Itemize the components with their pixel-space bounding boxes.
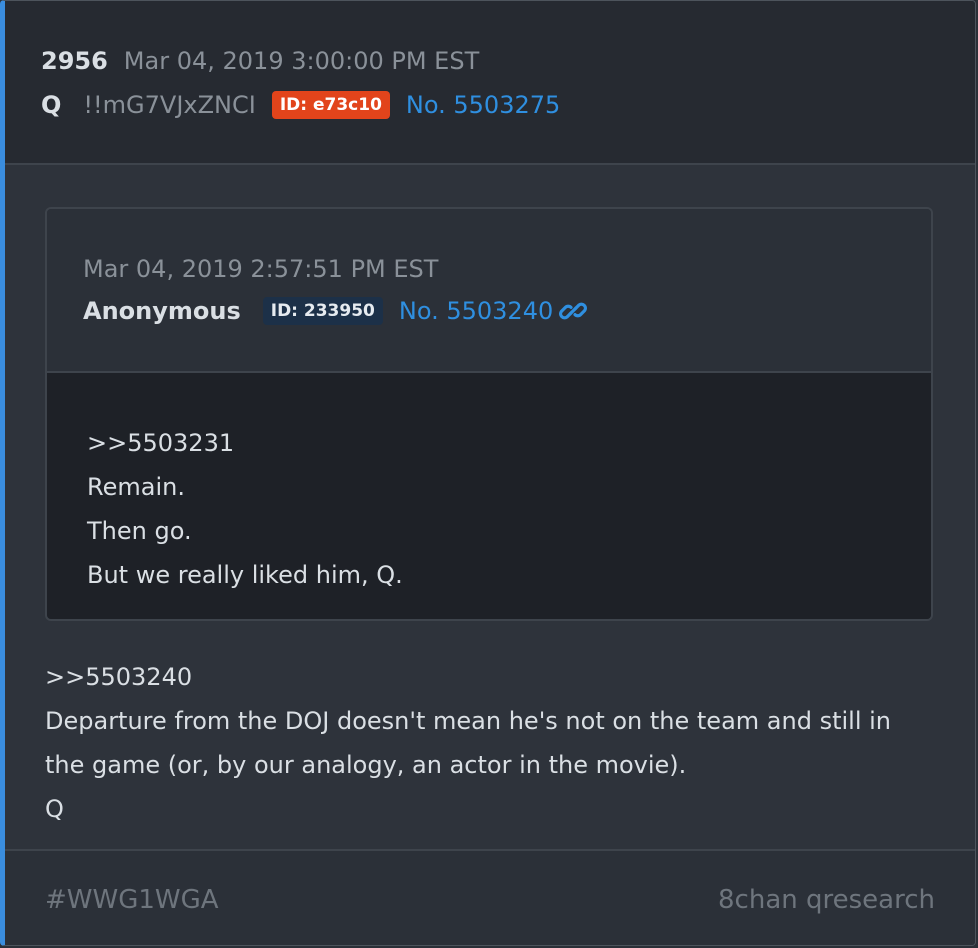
quoted-line: But we really liked him, Q.	[87, 561, 403, 589]
quoted-post-body: >>5503231 Remain. Then go. But we really…	[47, 373, 931, 619]
quoted-author: Anonymous	[83, 297, 241, 325]
post-source: 8chan qresearch	[718, 885, 935, 915]
quoted-line: Then go.	[87, 517, 192, 545]
quoted-line: Remain.	[87, 473, 185, 501]
post-message: >>5503240 Departure from the DOJ doesn't…	[45, 655, 925, 831]
hashtag: #WWG1WGA	[45, 885, 219, 915]
post-card: 2956 Mar 04, 2019 3:00:00 PM EST Q !!mG7…	[0, 0, 976, 946]
post-author-row: Q !!mG7VJxZNCI ID: e73c10 No. 5503275	[41, 91, 560, 119]
link-chain-icon[interactable]	[559, 297, 588, 325]
quoted-post: Mar 04, 2019 2:57:51 PM EST Anonymous ID…	[45, 207, 933, 621]
post-body: Mar 04, 2019 2:57:51 PM EST Anonymous ID…	[5, 165, 975, 851]
quoted-number-link[interactable]: No. 5503240	[399, 297, 553, 325]
quoted-post-header: Mar 04, 2019 2:57:51 PM EST Anonymous ID…	[47, 209, 931, 373]
post-number-link[interactable]: No. 5503275	[406, 91, 560, 119]
post-footer: #WWG1WGA 8chan qresearch	[5, 849, 975, 945]
message-line: >>5503240	[45, 663, 193, 691]
quoted-id-badge: ID: 233950	[262, 297, 383, 325]
post-header: 2956 Mar 04, 2019 3:00:00 PM EST Q !!mG7…	[5, 1, 975, 165]
quoted-author-row: Anonymous ID: 233950 No. 5503240	[83, 297, 588, 325]
message-line: Q	[45, 795, 64, 823]
post-id-badge: ID: e73c10	[271, 91, 390, 119]
message-line: Departure from the DOJ doesn't mean he's…	[45, 707, 891, 779]
post-timestamp: Mar 04, 2019 3:00:00 PM EST	[123, 47, 480, 75]
quoted-timestamp: Mar 04, 2019 2:57:51 PM EST	[83, 255, 439, 283]
post-tripcode: !!mG7VJxZNCI	[83, 91, 256, 119]
post-number: 2956	[41, 47, 108, 75]
post-author: Q	[41, 91, 62, 119]
post-meta-row: 2956 Mar 04, 2019 3:00:00 PM EST	[41, 47, 479, 75]
quoted-line: >>5503231	[87, 429, 235, 457]
